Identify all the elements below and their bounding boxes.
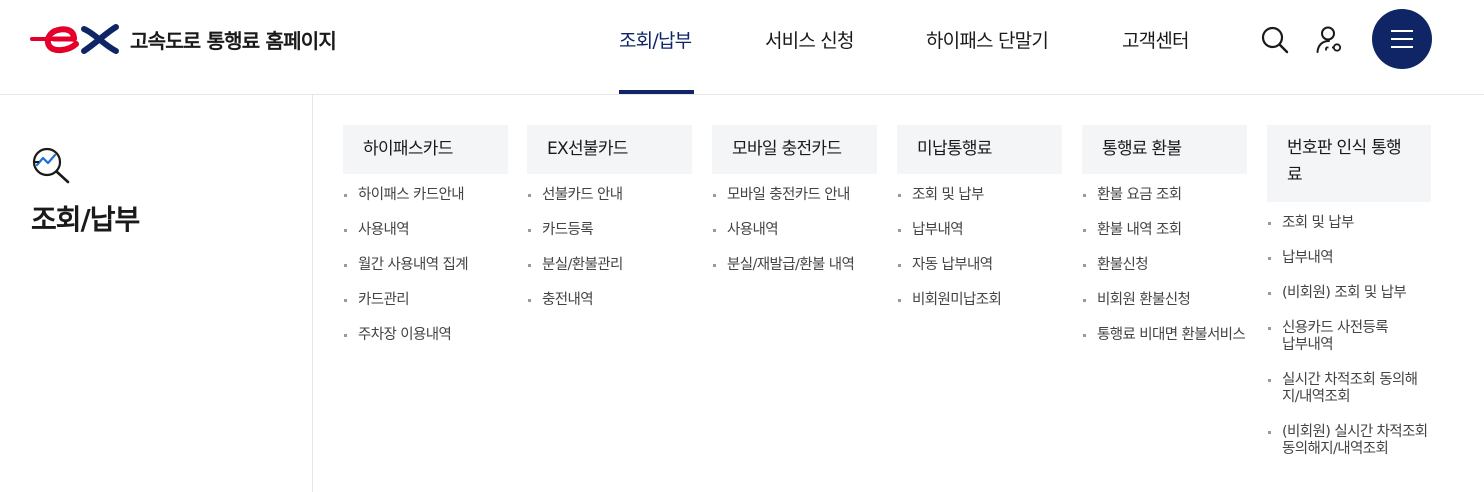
menu-link[interactable]: 자동 납부내역 xyxy=(897,257,1062,274)
menu-link[interactable]: 납부내역 xyxy=(897,222,1062,239)
nav-item-inquiry-payment[interactable]: 조회/납부 xyxy=(619,26,692,53)
menu-column-list: 모바일 충전카드 안내 사용내역 분실/재발급/환불 내역 xyxy=(712,187,877,274)
menu-column-heading[interactable]: 미납통행료 xyxy=(897,125,1062,174)
active-nav-underline xyxy=(619,90,694,94)
menu-link[interactable]: 분실/환불관리 xyxy=(527,257,692,274)
menu-link[interactable]: 사용내역 xyxy=(343,222,508,239)
nav-item-service-application[interactable]: 서비스 신청 xyxy=(765,26,854,53)
menu-column-heading[interactable]: 통행료 환불 xyxy=(1082,125,1247,174)
menu-link[interactable]: 조회 및 납부 xyxy=(897,187,1062,204)
menu-link[interactable]: 월간 사용내역 집계 xyxy=(343,257,508,274)
menu-column-plate-recognition-toll: 번호판 인식 통행료 조회 및 납부 납부내역 (비회원) 조회 및 납부 신용… xyxy=(1267,125,1431,476)
menu-link[interactable]: 카드관리 xyxy=(343,292,508,309)
user-icon xyxy=(1316,26,1342,53)
menu-link[interactable]: 충전내역 xyxy=(527,292,692,309)
home-logo-link[interactable]: 고속도로 통행료 홈페이지 xyxy=(30,21,337,57)
nav-item-hipass-device[interactable]: 하이패스 단말기 xyxy=(926,26,1049,53)
search-chart-icon xyxy=(32,147,70,184)
menu-column-list: 선불카드 안내 카드등록 분실/환불관리 충전내역 xyxy=(527,187,692,309)
menu-link[interactable]: 분실/재발급/환불 내역 xyxy=(712,257,877,274)
menu-link[interactable]: 주차장 이용내역 xyxy=(343,327,508,344)
menu-column-heading[interactable]: 번호판 인식 통행료 xyxy=(1267,125,1431,202)
menu-column-heading[interactable]: EX선불카드 xyxy=(527,125,692,174)
menu-link[interactable]: 비회원 환불신청 xyxy=(1082,292,1247,309)
menu-link[interactable]: 비회원미납조회 xyxy=(897,292,1062,309)
menu-column-mobile-charge-card: 모바일 충전카드 모바일 충전카드 안내 사용내역 분실/재발급/환불 내역 xyxy=(712,125,877,292)
menu-link[interactable]: 선불카드 안내 xyxy=(527,187,692,204)
menu-link[interactable]: 카드등록 xyxy=(527,222,692,239)
menu-link[interactable]: 납부내역 xyxy=(1267,250,1431,267)
menu-column-heading[interactable]: 하이패스카드 xyxy=(343,125,508,174)
menu-link[interactable]: (비회원) 조회 및 납부 xyxy=(1267,285,1431,302)
hamburger-icon xyxy=(1391,30,1413,48)
menu-column-list: 환불 요금 조회 환불 내역 조회 환불신청 비회원 환불신청 통행료 비대면 … xyxy=(1082,187,1247,344)
menu-link[interactable]: 통행료 비대면 환불서비스 xyxy=(1082,327,1247,344)
menu-link[interactable]: 환불 내역 조회 xyxy=(1082,222,1247,239)
menu-link[interactable]: 모바일 충전카드 안내 xyxy=(712,187,877,204)
section-panel: 조회/납부 xyxy=(0,95,313,492)
section-title: 조회/납부 xyxy=(31,203,140,236)
search-button[interactable] xyxy=(1259,24,1291,56)
menu-column-heading[interactable]: 모바일 충전카드 xyxy=(712,125,877,174)
menu-link[interactable]: 환불신청 xyxy=(1082,257,1247,274)
menu-column-hipass-card: 하이패스카드 하이패스 카드안내 사용내역 월간 사용내역 집계 카드관리 주차… xyxy=(343,125,508,362)
menu-column-list: 조회 및 납부 납부내역 자동 납부내역 비회원미납조회 xyxy=(897,187,1062,309)
menu-column-list: 하이패스 카드안내 사용내역 월간 사용내역 집계 카드관리 주차장 이용내역 xyxy=(343,187,508,344)
site-header: 고속도로 통행료 홈페이지 조회/납부 서비스 신청 하이패스 단말기 고객센터 xyxy=(0,0,1484,95)
menu-column-list: 조회 및 납부 납부내역 (비회원) 조회 및 납부 신용카드 사전등록 납부내… xyxy=(1267,215,1431,458)
menu-column-ex-prepaid-card: EX선불카드 선불카드 안내 카드등록 분실/환불관리 충전내역 xyxy=(527,125,692,327)
menu-column-toll-refund: 통행료 환불 환불 요금 조회 환불 내역 조회 환불신청 비회원 환불신청 통… xyxy=(1082,125,1247,362)
login-button[interactable] xyxy=(1314,24,1346,56)
site-name: 고속도로 통행료 홈페이지 xyxy=(130,28,337,53)
menu-link[interactable]: 신용카드 사전등록 납부내역 xyxy=(1267,320,1431,354)
menu-column-unpaid-toll: 미납통행료 조회 및 납부 납부내역 자동 납부내역 비회원미납조회 xyxy=(897,125,1062,327)
menu-link[interactable]: 실시간 차적조회 동의해지/내역조회 xyxy=(1267,372,1431,406)
ex-logo-icon xyxy=(30,24,119,54)
menu-link[interactable]: 환불 요금 조회 xyxy=(1082,187,1247,204)
menu-link[interactable]: 사용내역 xyxy=(712,222,877,239)
all-menu-button[interactable] xyxy=(1372,9,1432,69)
nav-item-customer-center[interactable]: 고객센터 xyxy=(1122,26,1190,53)
menu-link[interactable]: 하이패스 카드안내 xyxy=(343,187,508,204)
menu-link[interactable]: (비회원) 실시간 차적조회 동의해지/내역조회 xyxy=(1267,424,1431,458)
search-icon xyxy=(1261,26,1289,54)
menu-link[interactable]: 조회 및 납부 xyxy=(1267,215,1431,232)
